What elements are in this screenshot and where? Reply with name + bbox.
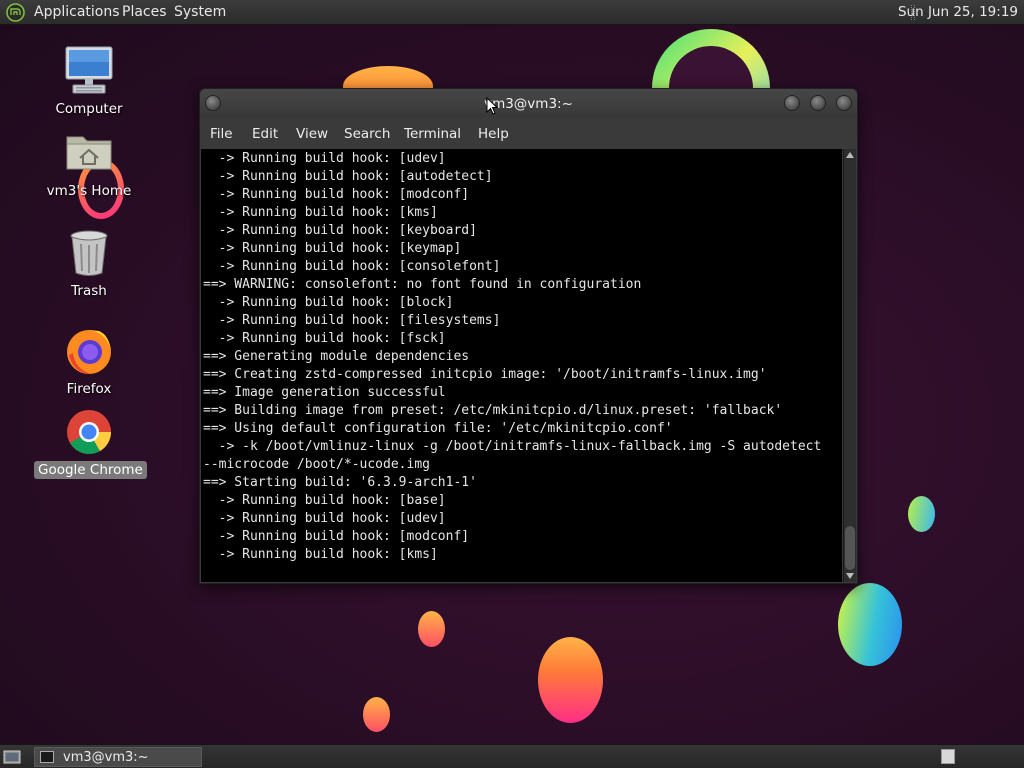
places-menu[interactable]: Places [122, 4, 167, 20]
scroll-down-arrow-icon[interactable] [846, 573, 854, 579]
window-title: vm3@vm3:~ [484, 96, 573, 112]
terminal-text: -> Running build hook: [udev] -> Running… [203, 151, 822, 562]
terminal-output[interactable]: -> Running build hook: [udev] -> Running… [201, 149, 842, 582]
show-desktop-icon[interactable] [2, 748, 22, 766]
terminal-icon [40, 751, 54, 763]
window-titlebar[interactable]: vm3@vm3:~ [200, 89, 857, 117]
menu-help[interactable]: Help [478, 126, 509, 142]
menu-edit[interactable]: Edit [252, 126, 278, 142]
terminal-scrollbar[interactable] [843, 149, 856, 582]
distro-logo-icon[interactable] [6, 3, 25, 22]
applications-menu[interactable]: Applications [34, 4, 120, 20]
desktop-icon-firefox[interactable]: Firefox [34, 325, 144, 398]
desktop-icon-label: vm3's Home [46, 183, 132, 199]
home-folder-icon [63, 127, 115, 179]
desktop-icon-computer[interactable]: Computer [34, 45, 144, 118]
desktop-icon-label: Trash [71, 283, 107, 299]
desktop-icon-label: Computer [55, 101, 123, 117]
desktop-icon-label: Firefox [66, 381, 112, 397]
system-menu[interactable]: System [174, 4, 226, 20]
decorative-egg [363, 697, 390, 732]
desktop-icon-trash[interactable]: Trash [34, 227, 144, 300]
menu-file[interactable]: File [210, 126, 233, 142]
clock[interactable]: Sun Jun 25, 19:19 [898, 4, 1018, 20]
close-button[interactable] [836, 95, 852, 111]
decorative-egg [838, 583, 902, 666]
bottom-panel: vm3@vm3:~ [0, 744, 1024, 768]
decorative-egg [418, 611, 445, 647]
desktop-icon-home[interactable]: vm3's Home [34, 127, 144, 200]
maximize-button[interactable] [810, 95, 826, 111]
minimize-button[interactable] [784, 95, 800, 111]
mouse-cursor-icon [486, 97, 498, 115]
decorative-egg [538, 637, 603, 723]
desktop-icon-label: Google Chrome [34, 461, 147, 479]
scroll-up-arrow-icon[interactable] [846, 152, 854, 158]
chrome-icon [63, 406, 115, 458]
scrollbar-thumb[interactable] [845, 526, 855, 570]
trash-icon [63, 227, 115, 279]
desktop-icon-chrome[interactable]: Google Chrome [34, 406, 147, 479]
taskbar-item-label: vm3@vm3:~ [63, 750, 149, 765]
workspace-switcher[interactable] [941, 749, 955, 764]
terminal-window[interactable]: vm3@vm3:~ File Edit View Search Terminal… [199, 88, 858, 584]
menu-view[interactable]: View [296, 126, 328, 142]
menu-terminal[interactable]: Terminal [404, 126, 461, 142]
taskbar-item-terminal[interactable]: vm3@vm3:~ [34, 747, 202, 767]
firefox-icon [63, 325, 115, 377]
top-panel: Applications Places System Sun Jun 25, 1… [0, 0, 1024, 25]
computer-icon [63, 45, 115, 97]
terminal-menubar: File Edit View Search Terminal Help [200, 117, 857, 149]
decorative-egg [908, 496, 935, 532]
menu-search[interactable]: Search [344, 126, 390, 142]
